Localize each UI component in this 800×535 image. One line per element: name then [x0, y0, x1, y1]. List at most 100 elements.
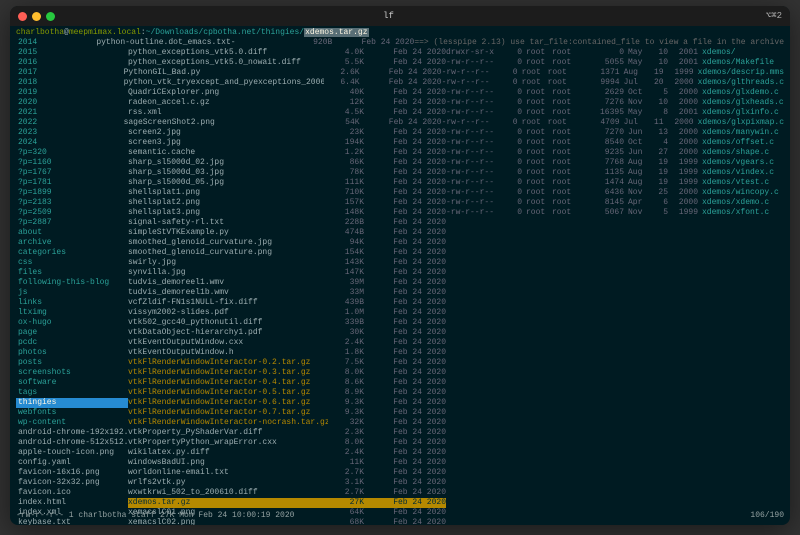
listing-row[interactable]: android-chrome-512x512.pngvtkPropertyPyt…	[16, 438, 784, 448]
listing-row[interactable]: index.htmlxdemos.tar.gz27K Feb 24 2020	[16, 498, 784, 508]
left-item[interactable]: ?p=1899	[16, 188, 128, 198]
listing-row[interactable]: ?p=1160sharp_sl5000d_02.jpg86K Feb 24 20…	[16, 158, 784, 168]
listing-row[interactable]: filessynvilla.jpg147K Feb 24 2020	[16, 268, 784, 278]
mid-item[interactable]: python-outline.dot_emacs.txt-920B Feb 24…	[96, 38, 414, 48]
mid-item[interactable]: vtkFlRenderWindowInteractor-0.2.tar.gz7.…	[128, 358, 446, 368]
mid-item[interactable]: synvilla.jpg147K Feb 24 2020	[128, 268, 446, 278]
mid-item[interactable]: PythonGIL_Bad.py2.6K Feb 24 2020	[124, 68, 442, 78]
listing-row[interactable]: webfontsvtkFlRenderWindowInteractor-0.7.…	[16, 408, 784, 418]
listing-row[interactable]: 2021rss.xml4.5K Feb 24 2020-rw-r--r--0ro…	[16, 108, 784, 118]
listing-row[interactable]: favicon-16x16.pngworldonline-email.txt2.…	[16, 468, 784, 478]
left-item[interactable]: wp-content	[16, 418, 128, 428]
left-item[interactable]: ?p=1767	[16, 168, 128, 178]
mid-item[interactable]: vtkFlRenderWindowInteractor-0.4.tar.gz8.…	[128, 378, 446, 388]
mid-item[interactable]: vtk502_gcc40_pythonutil.diff339B Feb 24 …	[128, 318, 446, 328]
left-item[interactable]: posts	[16, 358, 128, 368]
mid-item[interactable]: vtkFlRenderWindowInteractor-0.5.tar.gz8.…	[128, 388, 446, 398]
mid-item[interactable]: tudvis_demoreel1b.wmv33M Feb 24 2020	[128, 288, 446, 298]
left-item[interactable]: 2022	[16, 118, 124, 128]
left-item[interactable]: webfonts	[16, 408, 128, 418]
mid-item[interactable]: xdemos.tar.gz27K Feb 24 2020	[128, 498, 446, 508]
left-item[interactable]: links	[16, 298, 128, 308]
listing-row[interactable]: ?p=1767sharp_sl5000d_03.jpg78K Feb 24 20…	[16, 168, 784, 178]
mid-item[interactable]: vtkEventOutputWindow.h1.8K Feb 24 2020	[128, 348, 446, 358]
mid-item[interactable]: tudvis_demoreel1.wmv39M Feb 24 2020	[128, 278, 446, 288]
mid-item[interactable]: vtkDataObject-hierarchy1.pdf30K Feb 24 2…	[128, 328, 446, 338]
listing-row[interactable]: favicon.icowxwtkrwi_502_to_200610.diff2.…	[16, 488, 784, 498]
left-item[interactable]: categories	[16, 248, 128, 258]
mid-item[interactable]: vissym2002-slides.pdf1.0M Feb 24 2020	[128, 308, 446, 318]
listing-row[interactable]: archivesmoothed_glenoid_curvature.jpg94K…	[16, 238, 784, 248]
listing-row[interactable]: jstudvis_demoreel1b.wmv33M Feb 24 2020	[16, 288, 784, 298]
listing-row[interactable]: ?p=2887signal-safety-rl.txt228B Feb 24 2…	[16, 218, 784, 228]
listing-row[interactable]: ox-hugovtk502_gcc40_pythonutil.diff339B …	[16, 318, 784, 328]
listing-row[interactable]: 2018python_vtk_tryexcept_and_pyexception…	[16, 78, 784, 88]
minimize-icon[interactable]	[32, 12, 41, 21]
mid-item[interactable]: vtkProperty_PyShaderVar.diff2.3K Feb 24 …	[128, 428, 446, 438]
listing-row[interactable]: ?p=2183shellsplat2.png157K Feb 24 2020-r…	[16, 198, 784, 208]
left-item[interactable]: screenshots	[16, 368, 128, 378]
left-item[interactable]: favicon-32x32.png	[16, 478, 128, 488]
listing-row[interactable]: thingiesvtkFlRenderWindowInteractor-0.6.…	[16, 398, 784, 408]
mid-item[interactable]: shellsplat1.png710K Feb 24 2020	[128, 188, 446, 198]
left-item[interactable]: ltximg	[16, 308, 128, 318]
left-item[interactable]: js	[16, 288, 128, 298]
left-item[interactable]: 2015	[16, 48, 128, 58]
listing-row[interactable]: android-chrome-192x192.pngvtkProperty_Py…	[16, 428, 784, 438]
mid-item[interactable]: vcfZldif-FN1s1NULL-fix.diff439B Feb 24 2…	[128, 298, 446, 308]
close-icon[interactable]	[18, 12, 27, 21]
left-item[interactable]: config.yaml	[16, 458, 128, 468]
listing-row[interactable]: pagevtkDataObject-hierarchy1.pdf30K Feb …	[16, 328, 784, 338]
left-item[interactable]: ?p=320	[16, 148, 128, 158]
left-item[interactable]: 2023	[16, 128, 128, 138]
left-item[interactable]: archive	[16, 238, 128, 248]
mid-item[interactable]: signal-safety-rl.txt228B Feb 24 2020	[128, 218, 446, 228]
mid-item[interactable]: python_exceptions_vtk5.0.diff4.0K Feb 24…	[128, 48, 446, 58]
left-item[interactable]: 2019	[16, 88, 128, 98]
listing-row[interactable]: config.yamlwindowsBadUI.png11K Feb 24 20…	[16, 458, 784, 468]
left-item[interactable]: favicon.ico	[16, 488, 128, 498]
mid-item[interactable]: vtkEventOutputWindow.cxx2.4K Feb 24 2020	[128, 338, 446, 348]
mid-item[interactable]: sharp_sl5000d_02.jpg86K Feb 24 2020	[128, 158, 446, 168]
mid-item[interactable]: rss.xml4.5K Feb 24 2020	[128, 108, 446, 118]
listing-row[interactable]: cssswirly.jpg143K Feb 24 2020	[16, 258, 784, 268]
listing-row[interactable]: softwarevtkFlRenderWindowInteractor-0.4.…	[16, 378, 784, 388]
listing-row[interactable]: ltximgvissym2002-slides.pdf1.0M Feb 24 2…	[16, 308, 784, 318]
mid-item[interactable]: vtkFlRenderWindowInteractor-nocrash.tar.…	[128, 418, 446, 428]
mid-item[interactable]: windowsBadUI.png11K Feb 24 2020	[128, 458, 446, 468]
left-item[interactable]: css	[16, 258, 128, 268]
mid-item[interactable]: shellsplat3.png148K Feb 24 2020	[128, 208, 446, 218]
listing-row[interactable]: screenshotsvtkFlRenderWindowInteractor-0…	[16, 368, 784, 378]
listing-row[interactable]: aboutsimpleStVTKExample.py474B Feb 24 20…	[16, 228, 784, 238]
left-item[interactable]: files	[16, 268, 128, 278]
listing-row[interactable]: 2015python_exceptions_vtk5.0.diff4.0K Fe…	[16, 48, 784, 58]
mid-item[interactable]: vtkFlRenderWindowInteractor-0.7.tar.gz9.…	[128, 408, 446, 418]
mid-item[interactable]: python_vtk_tryexcept_and_pyexceptions_20…	[124, 78, 442, 88]
listing-row[interactable]: ?p=1899shellsplat1.png710K Feb 24 2020-r…	[16, 188, 784, 198]
listing-row[interactable]: 2014python-outline.dot_emacs.txt-920B Fe…	[16, 38, 784, 48]
listing-row[interactable]: 2017PythonGIL_Bad.py2.6K Feb 24 2020-rw-…	[16, 68, 784, 78]
left-item[interactable]: apple-touch-icon.png	[16, 448, 128, 458]
mid-item[interactable]: smoothed_glenoid_curvature.jpg94K Feb 24…	[128, 238, 446, 248]
mid-item[interactable]: smoothed_glenoid_curvature.png154K Feb 2…	[128, 248, 446, 258]
left-item[interactable]: pcdc	[16, 338, 128, 348]
mid-item[interactable]: sharp_sl5000d_05.jpg111K Feb 24 2020	[128, 178, 446, 188]
mid-item[interactable]: worldonline-email.txt2.7K Feb 24 2020	[128, 468, 446, 478]
listing-row[interactable]: 2016python_exceptions_vtk5.0_nowait.diff…	[16, 58, 784, 68]
mid-item[interactable]: wikilatex.py.diff2.4K Feb 24 2020	[128, 448, 446, 458]
left-item[interactable]: ox-hugo	[16, 318, 128, 328]
mid-item[interactable]: radeon_accel.c.gz12K Feb 24 2020	[128, 98, 446, 108]
listing-row[interactable]: tagsvtkFlRenderWindowInteractor-0.5.tar.…	[16, 388, 784, 398]
left-item[interactable]: page	[16, 328, 128, 338]
listing-row[interactable]: favicon-32x32.pngwrlfs2vtk.py3.1K Feb 24…	[16, 478, 784, 488]
left-item[interactable]: ?p=1160	[16, 158, 128, 168]
left-item[interactable]: favicon-16x16.png	[16, 468, 128, 478]
mid-item[interactable]: python_exceptions_vtk5.0_nowait.diff5.5K…	[128, 58, 446, 68]
left-item[interactable]: following-this-blog	[16, 278, 128, 288]
left-item[interactable]: 2021	[16, 108, 128, 118]
mid-item[interactable]: vtkFlRenderWindowInteractor-0.3.tar.gz8.…	[128, 368, 446, 378]
left-item[interactable]: android-chrome-512x512.png	[16, 438, 128, 448]
mid-item[interactable]: semantic.cache1.2K Feb 24 2020	[128, 148, 446, 158]
zoom-icon[interactable]	[46, 12, 55, 21]
left-item[interactable]: 2017	[16, 68, 124, 78]
